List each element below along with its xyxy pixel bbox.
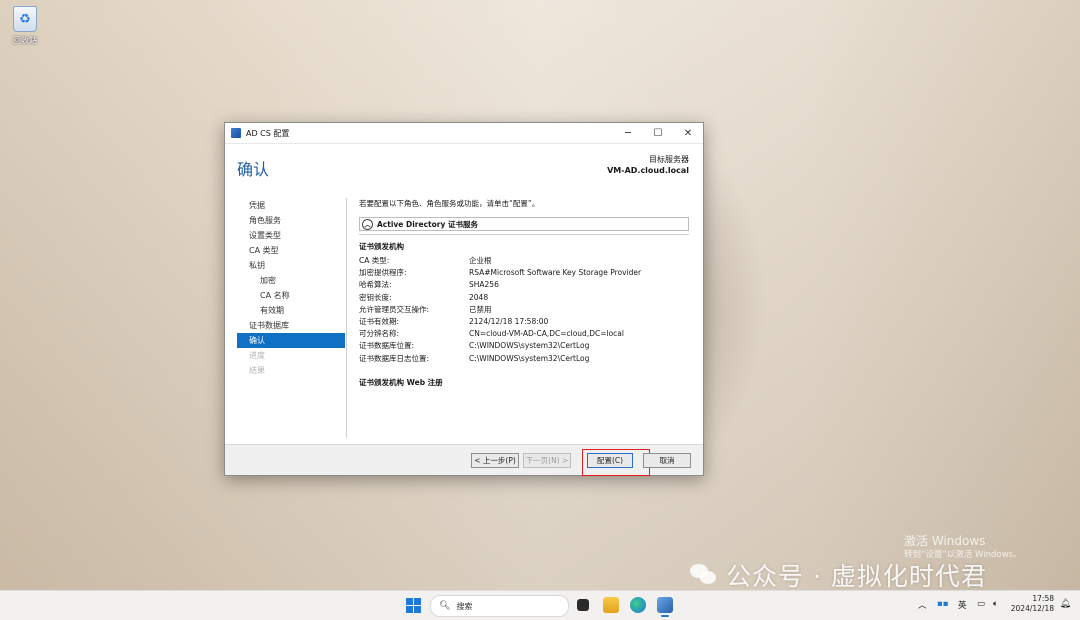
detail-row: 哈希算法: SHA256 [359,279,689,291]
nav-item[interactable]: 确认 [237,333,345,348]
detail-value: 2048 [469,292,489,302]
nav-item: 结果 [249,366,265,375]
detail-key: 密钥长度: [359,292,392,302]
nav-item[interactable]: 凭据 [237,198,345,213]
edge-browser-icon[interactable] [630,597,646,613]
section-title: Active Directory 证书服务 [377,219,478,229]
wizard-header: 确认 目标服务器 VM-AD.cloud.local [225,144,703,190]
nav-divider [346,198,347,438]
nav-item[interactable]: 证书数据库 [237,318,345,333]
nav-item[interactable]: 私钥 [237,258,345,273]
detail-row: 证书有效期: 2124/12/18 17:58:00 [359,316,689,328]
search-placeholder: 搜索 [456,601,473,611]
wechat-icon [690,564,718,586]
window-title: AD CS 配置 [246,128,290,138]
detail-row: 密钥长度: 2048 [359,292,689,304]
search-icon: 🔍︎ [439,601,451,611]
nav-item: 进度 [249,351,265,360]
nav-item[interactable]: CA 类型 [237,243,345,258]
detail-key: 哈希算法: [359,280,392,290]
target-server-name: VM-AD.cloud.local [607,166,689,175]
details-list: CA 类型: 企业根加密提供程序: RSA#Microsoft Software K… [359,255,689,365]
group-title-ca: 证书颁发机构 [359,242,404,251]
intro-text: 若要配置以下角色、角色服务或功能，请单击“配置”。 [359,199,540,208]
file-explorer-icon[interactable] [603,597,619,613]
wechat-watermark-text: 公众号 · 虚拟化时代君 [726,562,987,591]
windows-start-icon[interactable] [406,598,421,613]
wizard-nav: 凭据 角色服务 设置类型 CA 类型 私钥 加密 CA 名称 有效期 证书数据库 确认进度结果 [237,198,345,378]
task-view-icon[interactable] [577,599,589,611]
confirmation-content: 若要配置以下角色、角色服务或功能，请单击“配置”。 ︿ Active Direc… [359,198,689,388]
system-clock[interactable]: 17:58 2024/12/18 [1011,594,1054,614]
detail-row: 允许管理员交互操作: 已禁用 [359,304,689,316]
previous-button[interactable]: < 上一步(P) [471,453,519,468]
tray-chevron-icon[interactable]: ︿ [918,599,927,611]
nav-item[interactable]: 有效期 [237,303,345,318]
detail-value: 已禁用 [469,304,492,314]
detail-key: 证书有效期: [359,316,400,326]
detail-row: 可分辨名称: CN=cloud-VM-AD-CA,DC=cloud,DC=loca… [359,328,689,340]
taskbar: 🔍︎ 搜索 ︿ ▪▪ 英 ▭ 🔈︎ 17:58 2024/12/18 🔔︎ [0,590,1080,620]
maximize-button[interactable]: ☐ [643,123,673,143]
nav-item[interactable]: 设置类型 [237,228,345,243]
minimize-button[interactable]: ─ [613,123,643,143]
server-manager-taskbar-icon[interactable] [657,597,673,617]
close-button[interactable]: ✕ [673,123,703,143]
clock-time: 17:58 [1032,594,1054,603]
adcs-config-window: AD CS 配置 ─ ☐ ✕ 确认 目标服务器 VM-AD.cloud.loca… [224,122,704,476]
nav-item[interactable]: 角色服务 [237,213,345,228]
page-title: 确认 [237,160,270,179]
detail-row: 加密提供程序: RSA#Microsoft Software Key Storag… [359,267,689,279]
wizard-footer: < 上一步(P) 下一页(N) > 配置(C) 取消 [225,444,703,476]
section-header[interactable]: ︿ Active Directory 证书服务 [359,217,689,231]
ime-indicator[interactable]: 英 [958,599,967,611]
server-manager-icon [231,128,241,138]
detail-key: 证书数据库位置: [359,341,415,351]
collapse-chevron-icon[interactable]: ︿ [362,218,373,230]
cancel-button[interactable]: 取消 [643,453,691,468]
detail-row: 证书数据库日志位置: C:\WINDOWS\system32\CertLog [359,353,689,365]
network-app-icon[interactable]: ▪▪ [937,599,949,609]
next-button[interactable]: 下一页(N) > [523,453,571,468]
nav-item[interactable]: CA 名称 [237,288,345,303]
wizard-body: 凭据 角色服务 设置类型 CA 类型 私钥 加密 CA 名称 有效期 证书数据库 确认进度结果 若… [225,190,703,446]
window-titlebar[interactable]: AD CS 配置 ─ ☐ ✕ [225,123,703,144]
volume-icon[interactable]: 🔈︎ [993,599,998,609]
detail-key: CA 类型: [359,256,390,265]
recycle-bin-icon: ♻ [13,6,37,32]
detail-row: 证书数据库位置: C:\WINDOWS\system32\CertLog [359,340,689,352]
taskbar-search[interactable]: 🔍︎ 搜索 [430,595,569,617]
target-server-label: 目标服务器 [649,155,689,164]
detail-row: CA 类型: 企业根 [359,255,689,267]
nav-item[interactable]: 加密 [237,273,345,288]
wechat-watermark: 公众号 · 虚拟化时代君 [690,557,987,593]
detail-value: CN=cloud-VM-AD-CA,DC=cloud,DC=local [469,329,624,339]
detail-key: 加密提供程序: [359,268,407,278]
detail-value: RSA#Microsoft Software Key Storage Provi… [469,268,642,278]
detail-value: SHA256 [469,280,499,290]
group-title-web-enrollment: 证书颁发机构 Web 注册 [359,377,443,387]
clock-date: 2024/12/18 [1010,604,1054,613]
network-icon[interactable]: ▭ [977,599,985,609]
detail-value: C:\WINDOWS\system32\CertLog [469,353,590,363]
detail-key: 可分辨名称: [359,329,400,339]
detail-value: C:\WINDOWS\system32\CertLog [469,341,590,351]
notification-bell-icon[interactable]: 🔔︎ [1060,599,1071,609]
recycle-bin-label: 回收站 [13,36,37,45]
detail-value: 企业根 [469,256,492,265]
activate-windows-title: 激活 Windows [904,534,986,548]
highlight-box [582,449,650,476]
detail-value: 2124/12/18 17:58:00 [469,316,549,326]
detail-key: 证书数据库日志位置: [359,353,430,363]
recycle-bin[interactable]: ♻ 回收站 [6,6,44,46]
detail-key: 允许管理员交互操作: [359,304,430,314]
section-divider [359,234,689,235]
